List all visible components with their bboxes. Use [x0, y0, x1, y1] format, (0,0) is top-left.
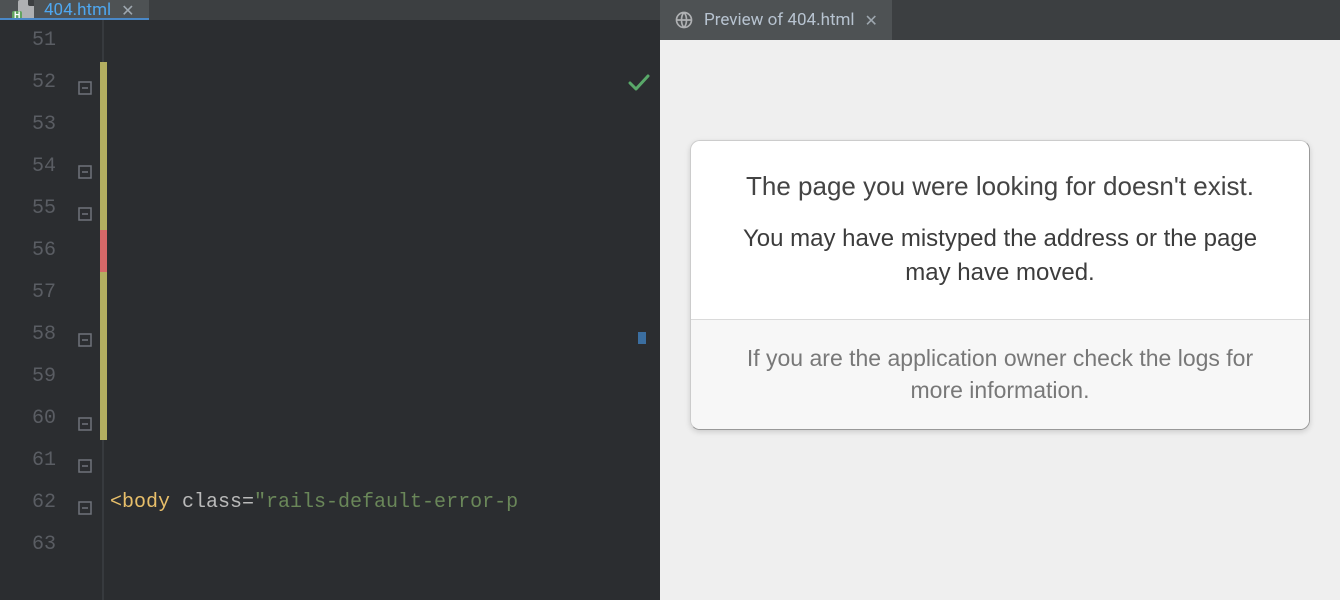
- fold-end-icon[interactable]: [78, 406, 92, 420]
- line-number-gutter: 51525354 55565758 59606162 63: [0, 20, 70, 600]
- editor-pane: H 404.html ✕ 51525354 55565758 59606162 …: [0, 0, 660, 600]
- fold-gutter[interactable]: [70, 20, 100, 600]
- preview-pane: Preview of 404.html ✕ The page you were …: [660, 0, 1340, 600]
- vcs-change-strip: [100, 20, 107, 600]
- globe-icon: [674, 10, 694, 30]
- editor-tab-label: 404.html: [44, 0, 111, 20]
- editor-body[interactable]: 51525354 55565758 59606162 63: [0, 20, 660, 600]
- preview-tab[interactable]: Preview of 404.html ✕: [660, 0, 892, 40]
- error-heading: The page you were looking for doesn't ex…: [721, 169, 1279, 204]
- code-line: [110, 356, 660, 398]
- fold-end-icon[interactable]: [78, 448, 92, 462]
- close-icon[interactable]: ✕: [121, 1, 134, 20]
- fold-toggle-icon[interactable]: [78, 154, 92, 168]
- preview-viewport[interactable]: The page you were looking for doesn't ex…: [660, 40, 1340, 600]
- fold-end-icon[interactable]: [78, 322, 92, 336]
- inspection-ok-icon[interactable]: [530, 28, 650, 154]
- editor-tab-404[interactable]: H 404.html ✕: [0, 0, 149, 20]
- overview-marker[interactable]: [638, 332, 646, 344]
- editor-tabbar: H 404.html ✕: [0, 0, 660, 20]
- fold-toggle-icon[interactable]: [78, 70, 92, 84]
- html-file-icon: H: [14, 0, 34, 20]
- preview-tab-label: Preview of 404.html: [704, 10, 855, 30]
- rails-error-dialog: The page you were looking for doesn't ex…: [690, 140, 1310, 430]
- code-line: <body class="rails-default-error-p: [110, 482, 660, 524]
- preview-tabbar: Preview of 404.html ✕: [660, 0, 1340, 40]
- error-subtext: You may have mistyped the address or the…: [721, 222, 1279, 289]
- close-icon[interactable]: ✕: [865, 11, 878, 30]
- fold-toggle-icon[interactable]: [78, 196, 92, 210]
- code-area[interactable]: <body class="rails-default-error-p <!-- …: [100, 20, 660, 600]
- fold-end-icon[interactable]: [78, 490, 92, 504]
- error-owner-hint: If you are the application owner check t…: [719, 342, 1281, 406]
